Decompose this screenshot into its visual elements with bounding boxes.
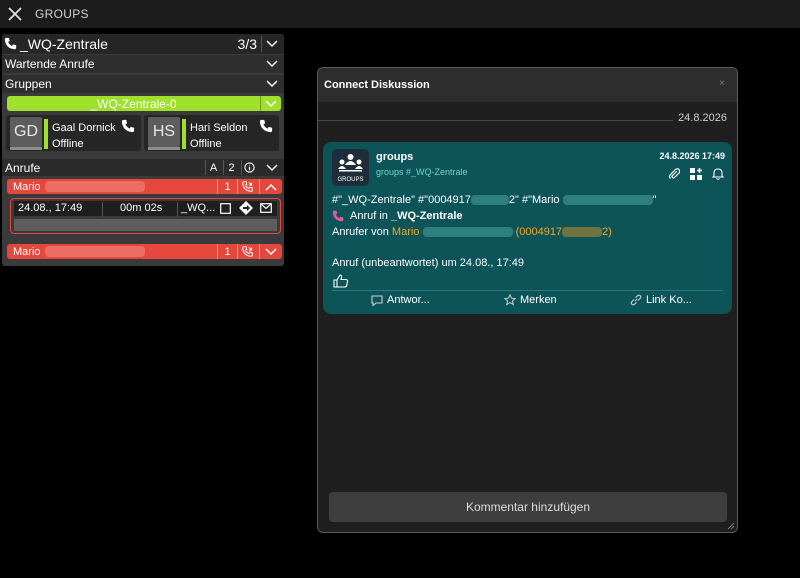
message-caller-line: Anrufer von Mario (0004917 2) — [332, 226, 612, 238]
logo-text: GROUPS — [337, 177, 364, 183]
resize-grip-icon[interactable] — [727, 522, 735, 530]
call-detail: 24.08., 17:49 00m 02s _WQ... — [10, 198, 281, 234]
reply-button[interactable]: Antwor... — [371, 294, 430, 306]
group-name: _WQ-Zentrale — [20, 36, 108, 52]
phone-icon[interactable] — [259, 119, 273, 133]
status-indicator — [44, 119, 48, 149]
card-timestamp: 24.8.2026 17:49 — [659, 151, 725, 161]
link-icon — [630, 294, 642, 306]
message-call-status: Anruf (unbeantwortet) um 24.08., 17:49 — [332, 257, 525, 269]
callback-icon[interactable] — [237, 244, 257, 259]
call-count: 1 — [217, 244, 237, 259]
redacted-number — [45, 246, 145, 257]
group-panel: _WQ-Zentrale 3/3 Wartende Anrufe Gruppen… — [2, 34, 284, 266]
member-card[interactable]: GD Gaal Dornick Offline — [6, 115, 141, 151]
mail-icon[interactable] — [260, 203, 272, 216]
message-call-line: Anruf in _WQ-Zentrale — [332, 210, 463, 222]
add-comment-button[interactable]: Kommentar hinzufügen — [329, 492, 727, 522]
dialog-header: Connect Diskussion × — [318, 68, 737, 102]
calls-label: Anrufe — [5, 160, 41, 175]
chevron-down-icon[interactable] — [264, 76, 280, 92]
member-card[interactable]: HS Hari Seldon Offline — [144, 115, 279, 151]
chevron-up-icon[interactable] — [259, 179, 281, 194]
active-group-bar[interactable]: _WQ-Zentrale-0 — [7, 96, 260, 111]
date-label: 24.8.2026 — [678, 112, 727, 124]
info-icon[interactable] — [241, 160, 257, 175]
groups-logo: GROUPS — [332, 149, 369, 186]
calls-header[interactable]: Anrufe A 2 — [2, 159, 284, 176]
paperclip-icon[interactable] — [668, 167, 681, 181]
dialog-title: Connect Diskussion — [324, 79, 430, 91]
call-count: 1 — [217, 179, 237, 194]
caller-name: Mario — [13, 180, 41, 193]
title-bar: GROUPS — [0, 0, 800, 28]
star-icon — [504, 294, 516, 306]
close-icon[interactable]: × — [719, 78, 725, 89]
checkbox-icon[interactable] — [220, 203, 231, 217]
call-date: 24.08., 17:49 — [18, 202, 83, 214]
chevron-down-icon[interactable] — [264, 56, 280, 72]
member-status: Offline — [52, 138, 84, 150]
call-target: _WQ... — [181, 202, 216, 214]
phone-icon[interactable] — [121, 119, 135, 133]
calls-filter-a-button[interactable]: A — [205, 160, 221, 175]
member-name: Hari Seldon — [190, 122, 248, 134]
callback-icon[interactable] — [237, 179, 257, 194]
copy-link-button[interactable]: Link Ko... — [630, 294, 692, 306]
add-app-icon[interactable] — [689, 167, 703, 181]
call-item[interactable]: Mario 1 — [7, 179, 282, 194]
date-divider — [318, 120, 673, 121]
avatar: HS — [148, 117, 180, 147]
status-indicator — [182, 119, 186, 149]
groups-label: Gruppen — [5, 77, 52, 91]
discussion-dialog: Connect Diskussion × 24.8.2026 GROUPS gr… — [317, 67, 738, 533]
thumbs-up-icon[interactable] — [333, 274, 349, 288]
group-header[interactable]: _WQ-Zentrale 3/3 — [2, 34, 284, 54]
message-card: GROUPS groups groups #_WQ-Zentrale 24.8.… — [323, 142, 732, 314]
card-title: groups — [376, 151, 414, 163]
phone-icon — [332, 210, 344, 222]
call-detail-bar — [14, 219, 277, 231]
member-status: Offline — [190, 138, 222, 150]
window-title: GROUPS — [35, 7, 89, 21]
waiting-calls-label: Wartende Anrufe — [5, 57, 95, 71]
waiting-calls-row[interactable]: Wartende Anrufe — [2, 55, 284, 73]
bell-icon[interactable] — [711, 167, 725, 181]
call-duration: 00m 02s — [120, 202, 163, 214]
caller-link[interactable]: Mario — [392, 226, 420, 238]
call-detail-row[interactable]: 24.08., 17:49 00m 02s _WQ... — [14, 201, 277, 218]
card-actions — [668, 167, 725, 181]
phone-icon — [4, 37, 17, 50]
chevron-down-icon[interactable] — [264, 36, 280, 52]
forward-icon[interactable] — [239, 201, 253, 218]
calls-filter-2-button[interactable]: 2 — [223, 160, 239, 175]
member-name: Gaal Dornick — [52, 122, 116, 134]
comment-icon — [371, 294, 383, 306]
chevron-down-icon[interactable] — [259, 244, 281, 259]
message-tags: #"_WQ-Zentrale" #"0004917 2" #"Mario " — [332, 194, 657, 206]
bookmark-button[interactable]: Merken — [504, 294, 557, 306]
close-icon[interactable] — [2, 1, 28, 27]
chevron-down-icon[interactable] — [264, 160, 280, 176]
redacted-number — [45, 181, 145, 192]
chevron-down-icon[interactable] — [260, 96, 281, 111]
member-count: 3/3 — [237, 36, 257, 52]
avatar: GD — [10, 117, 42, 147]
groups-row[interactable]: Gruppen — [2, 75, 284, 93]
call-item[interactable]: Mario 1 — [7, 244, 282, 259]
caller-name: Mario — [13, 245, 41, 258]
card-subtitle[interactable]: groups #_WQ-Zentrale — [376, 167, 468, 177]
